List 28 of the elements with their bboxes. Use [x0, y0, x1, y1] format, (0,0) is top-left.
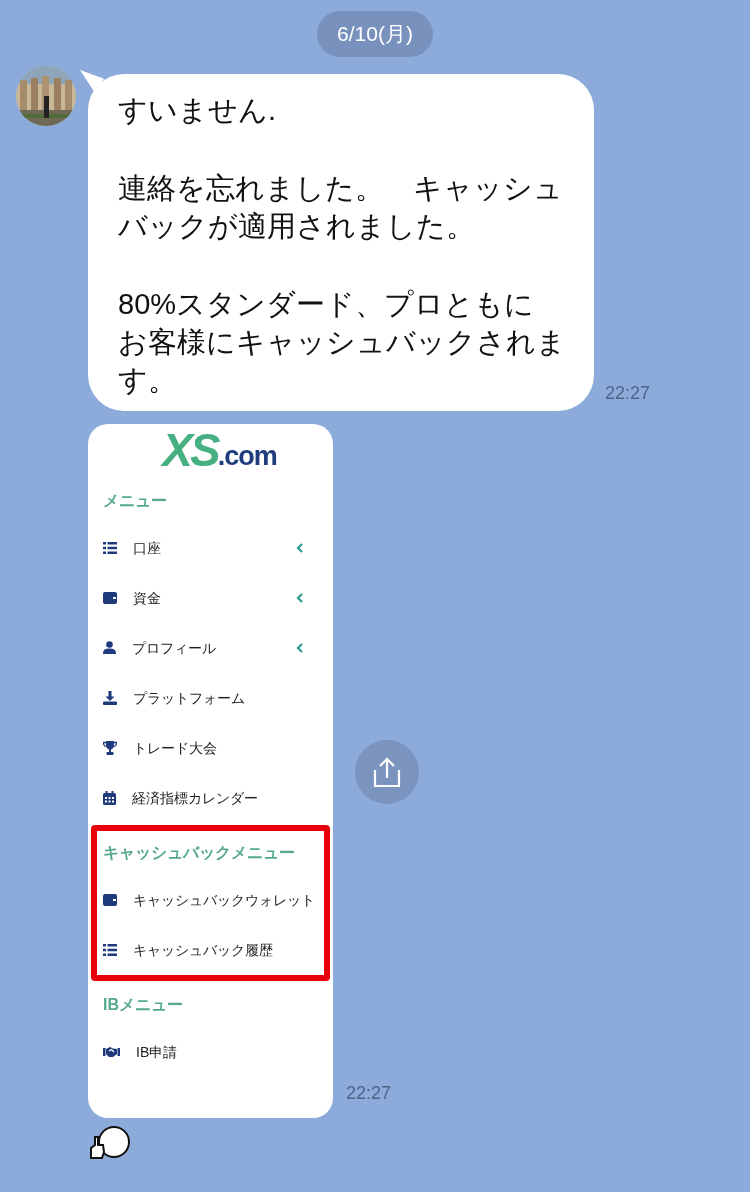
wallet-icon [103, 893, 117, 906]
section-heading: メニュー [103, 491, 167, 511]
wallet-icon [103, 591, 117, 604]
menu-item[interactable]: 経済指標カレンダー [103, 773, 318, 823]
handshake-icon [103, 1045, 120, 1058]
date-label: 6/10(月) [317, 11, 433, 57]
menu-item[interactable]: キャッシュバック履歴 [103, 925, 318, 975]
menu-item[interactable]: トレード大会 [103, 723, 318, 773]
sticker-icon [88, 1124, 132, 1162]
upload-icon [372, 756, 402, 788]
menu-item[interactable]: プロフィール [103, 623, 318, 673]
section-heading: IBメニュー [103, 995, 183, 1015]
person-icon [103, 641, 116, 655]
timestamp: 22:27 [605, 382, 651, 405]
logo: XS.com [159, 424, 278, 473]
trophy-icon [103, 740, 117, 755]
list-icon [103, 541, 117, 554]
menu-item[interactable]: 資金 [103, 573, 318, 623]
message-text: すいません. 連絡を忘れました。 キャッシュ バックが適用されました。 80%スタンダード、プロともに お客様にキャッシュバックされま す。 [118, 93, 567, 398]
download-icon [103, 690, 117, 705]
menu-item[interactable]: キャッシュバックウォレット [103, 875, 318, 925]
timestamp: 22:27 [346, 1082, 392, 1105]
menu-item[interactable]: プラットフォーム [103, 673, 318, 723]
menu-item[interactable]: IB申請 [103, 1027, 318, 1077]
menu-item[interactable]: 口座 [103, 523, 318, 573]
list-icon [103, 943, 117, 956]
calendar-icon [103, 790, 116, 805]
section-heading: キャッシュバックメニュー [103, 843, 295, 863]
